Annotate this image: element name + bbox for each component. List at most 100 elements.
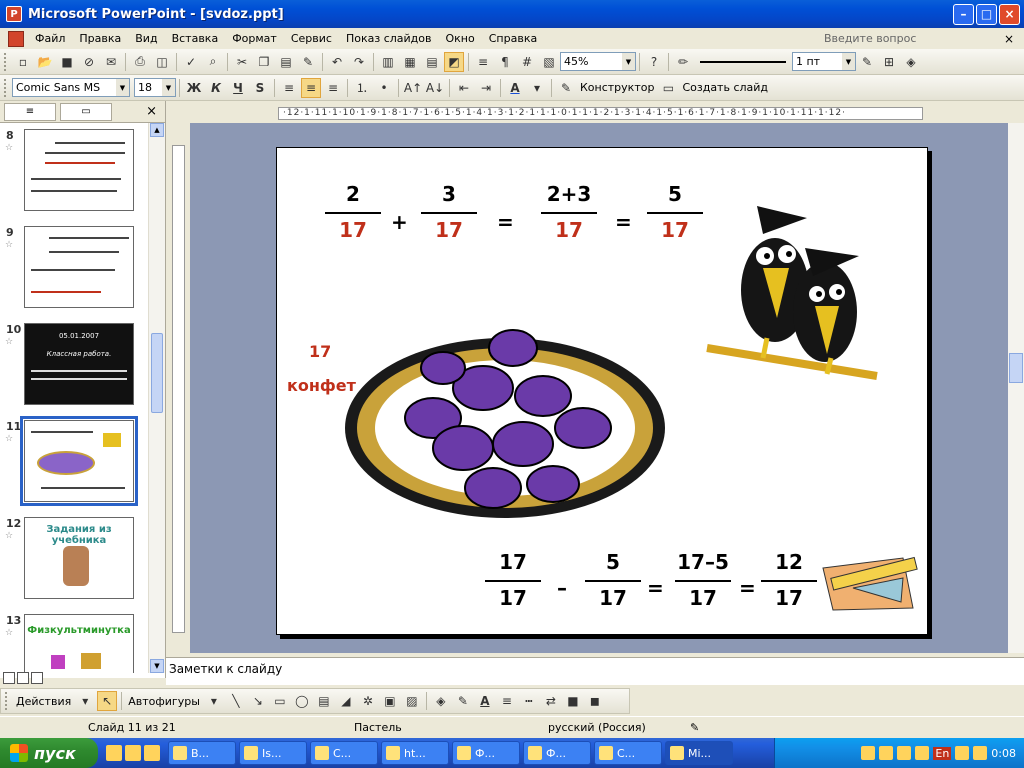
table-icon[interactable]: ▦ <box>400 52 420 72</box>
menu-window[interactable]: Окно <box>439 30 482 47</box>
current-slide[interactable]: 2 17 + 3 17 = 2+3 17 = 5 17 17 конфет 17… <box>276 147 928 635</box>
autoshapes-menu[interactable]: Автофигуры <box>125 695 203 708</box>
taskbar-item[interactable]: ht... <box>381 741 449 765</box>
redo-icon[interactable]: ↷ <box>349 52 369 72</box>
menu-tools[interactable]: Сервис <box>284 30 339 47</box>
menu-help[interactable]: Справка <box>482 30 544 47</box>
taskbar-item[interactable]: Ф... <box>452 741 520 765</box>
arrow-icon[interactable]: ↘ <box>248 691 268 711</box>
taskbar-item[interactable]: С... <box>310 741 378 765</box>
new-slide-icon[interactable]: ▭ <box>658 78 678 98</box>
tray-icon[interactable] <box>861 746 876 760</box>
opera-icon[interactable] <box>144 745 160 761</box>
doc-close-icon[interactable]: × <box>1004 32 1018 46</box>
help-icon[interactable]: ? <box>644 52 664 72</box>
slide-thumbnail[interactable] <box>24 226 134 308</box>
open-icon[interactable]: 📂 <box>35 52 55 72</box>
tray-icon[interactable] <box>897 746 912 760</box>
color-icon[interactable]: ▧ <box>539 52 559 72</box>
permission-icon[interactable]: ⊘ <box>79 52 99 72</box>
rectangle-icon[interactable]: ▭ <box>270 691 290 711</box>
undo-icon[interactable]: ↶ <box>327 52 347 72</box>
tray-icon[interactable] <box>879 746 894 760</box>
paste-icon[interactable]: ▤ <box>276 52 296 72</box>
slide-thumb-row[interactable]: 12 ☆ Задания из учебника <box>0 511 148 599</box>
align-center-icon[interactable]: ≡ <box>301 77 321 98</box>
dash-style-icon[interactable]: ┅ <box>519 691 539 711</box>
grid-icon[interactable]: # <box>517 52 537 72</box>
powerpoint-icon[interactable]: P <box>6 6 22 22</box>
line-style-sample[interactable] <box>700 60 786 63</box>
menu-file[interactable]: Файл <box>28 30 72 47</box>
font-color-icon[interactable]: A <box>505 78 525 98</box>
horizontal-ruler[interactable]: ·12·1·11·1·10·1·9·1·8·1·7·1·6·1·5·1·4·1·… <box>166 101 1024 123</box>
toolbar-grip[interactable] <box>4 52 8 71</box>
vertical-ruler[interactable] <box>166 123 190 653</box>
slide-thumb-row[interactable]: 8 ☆ <box>0 123 148 211</box>
slide-thumbnail[interactable]: Физкультминутка <box>24 614 134 673</box>
bold-button[interactable]: Ж <box>184 78 204 98</box>
notes-pane[interactable]: Заметки к слайду <box>166 657 1024 685</box>
tab-outline[interactable]: ≡ <box>4 102 56 121</box>
decrease-indent-icon[interactable]: ⇤ <box>454 78 474 98</box>
format-painter-icon[interactable]: ✎ <box>298 52 318 72</box>
scroll-up-icon[interactable]: ▲ <box>150 123 164 137</box>
color-greyscale-icon[interactable]: ◩ <box>444 51 464 72</box>
save-icon[interactable]: ■ <box>57 52 77 72</box>
select-pointer-icon[interactable]: ↖ <box>97 691 118 711</box>
language-indicator[interactable]: En <box>933 746 952 760</box>
maximize-button[interactable]: □ <box>976 3 997 25</box>
close-button[interactable]: × <box>999 3 1020 25</box>
preview-icon[interactable]: ◫ <box>152 52 172 72</box>
show-desktop-icon[interactable] <box>106 745 122 761</box>
tray-icon[interactable] <box>973 746 988 760</box>
shadow-style-icon[interactable]: ■ <box>563 691 583 711</box>
slide-thumb-row[interactable]: 10 ☆ 05.01.2007 Классная работа. <box>0 317 148 405</box>
align-left-icon[interactable]: ≡ <box>279 78 299 98</box>
actions-menu[interactable]: Действия <box>13 695 74 708</box>
taskbar-item[interactable]: Ф... <box>523 741 591 765</box>
chevron-down-icon[interactable]: ▾ <box>527 78 547 98</box>
scroll-down-icon[interactable]: ▼ <box>150 659 164 673</box>
font-grow-icon[interactable]: A↑ <box>403 78 423 98</box>
new-slide-button[interactable]: Создать слайд <box>679 81 771 94</box>
fill-color-icon[interactable]: ◈ <box>431 691 451 711</box>
font-size-select[interactable]: 18 ▼ <box>134 78 176 97</box>
scroll-thumb[interactable] <box>1009 353 1023 383</box>
cut-icon[interactable]: ✂ <box>232 52 252 72</box>
line-icon[interactable]: ╲ <box>226 691 246 711</box>
slide-thumb-row[interactable]: 13 ☆ Физкультминутка <box>0 608 148 673</box>
menu-insert[interactable]: Вставка <box>165 30 226 47</box>
menu-slideshow[interactable]: Показ слайдов <box>339 30 439 47</box>
editor-scrollbar[interactable] <box>1008 123 1024 653</box>
line-width-select[interactable]: 1 пт ▼ <box>792 52 856 71</box>
toolbar-grip[interactable] <box>5 692 9 710</box>
formatting-icon[interactable]: ¶ <box>495 52 515 72</box>
research-icon[interactable]: ⌕ <box>203 52 223 72</box>
underline-button[interactable]: Ч <box>228 78 248 98</box>
wordart-icon[interactable]: ◢ <box>336 691 356 711</box>
media-player-icon[interactable] <box>125 745 141 761</box>
arrow-style-icon[interactable]: ⇄ <box>541 691 561 711</box>
minimize-button[interactable]: – <box>953 3 974 25</box>
slide-thumbnail[interactable] <box>24 129 134 211</box>
increase-indent-icon[interactable]: ⇥ <box>476 78 496 98</box>
email-icon[interactable]: ✉ <box>101 52 121 72</box>
start-button[interactable]: пуск <box>0 738 98 768</box>
print-icon[interactable]: ⎙ <box>130 52 150 72</box>
menu-edit[interactable]: Правка <box>72 30 128 47</box>
slide-sorter-icon[interactable] <box>17 672 29 684</box>
diagram-icon[interactable]: ✲ <box>358 691 378 711</box>
scroll-thumb[interactable] <box>151 333 163 413</box>
bullets-icon[interactable]: • <box>374 78 394 98</box>
font-shrink-icon[interactable]: A↓ <box>425 78 445 98</box>
new-icon[interactable]: ▫ <box>13 52 33 72</box>
tab-slides[interactable]: ▭ <box>60 102 112 121</box>
fill-color-icon[interactable]: ◈ <box>901 52 921 72</box>
align-right-icon[interactable]: ≡ <box>323 78 343 98</box>
chart-icon[interactable]: ▥ <box>378 52 398 72</box>
line-color-icon[interactable]: ✎ <box>453 691 473 711</box>
slide-thumbnail[interactable]: 05.01.2007 Классная работа. <box>24 323 134 405</box>
clipart-icon[interactable]: ▣ <box>380 691 400 711</box>
tray-icon[interactable] <box>915 746 930 760</box>
